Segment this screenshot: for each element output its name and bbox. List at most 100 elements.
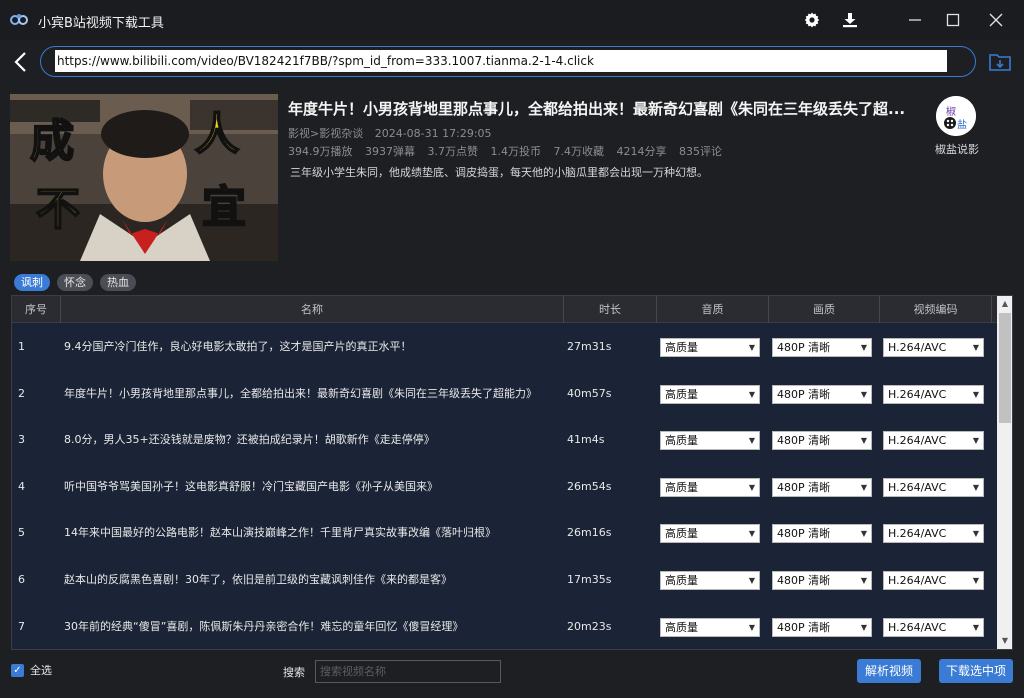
thumbnail-text-3: 不	[36, 184, 80, 235]
codec-select[interactable]: H.264/AVC ▼	[883, 524, 984, 544]
audio-select-value: 高质量	[665, 527, 698, 541]
table-row[interactable]: 5 14年来中国最好的公路电影！赵本山演技巅峰之作！千里背尸真实故事改编《落叶归…	[12, 510, 997, 557]
codec-select[interactable]: H.264/AVC ▼	[883, 338, 984, 357]
header-duration[interactable]: 时长	[564, 296, 657, 323]
tag-item[interactable]: 热血	[100, 274, 136, 291]
codec-select[interactable]: H.264/AVC ▼	[883, 570, 984, 590]
scrollbar-thumb[interactable]	[999, 313, 1011, 423]
scroll-up-icon[interactable]: ▲	[997, 296, 1012, 312]
audio-select-value: 高质量	[665, 573, 698, 587]
table-row[interactable]: 1 9.4分国产冷门佳作，良心好电影太敢拍了，这才是国产片的真正水平！ 27m3…	[12, 324, 997, 371]
audio-select-value: 高质量	[665, 434, 698, 448]
audio-select[interactable]: 高质量 ▼	[660, 617, 760, 637]
codec-select[interactable]: H.264/AVC ▼	[883, 617, 984, 637]
download-selected-button[interactable]: 下载选中项	[939, 659, 1013, 683]
row-name: 8.0分，男人35+还没钱就是废物？还被拍成纪录片！胡歌新作《走走停停》	[64, 433, 435, 447]
table-row[interactable]: 2 年度牛片！小男孩背地里那点事儿，全都给拍出来！最新奇幻喜剧《朱同在三年级丢失…	[12, 371, 997, 418]
quality-select[interactable]: 480P 清晰 ▼	[772, 524, 872, 544]
table-row[interactable]: 7 30年前的经典“傻冒”喜剧，陈佩斯朱丹丹亲密合作！难忘的童年回忆《傻冒经理》…	[12, 604, 997, 649]
parse-video-button[interactable]: 解析视频	[857, 659, 921, 683]
row-duration: 26m54s	[567, 479, 612, 493]
video-category: 影视>影视杂谈	[288, 127, 364, 140]
row-index: 3	[18, 433, 25, 447]
thumbnail-text-2: 人	[195, 109, 239, 160]
codec-select[interactable]: H.264/AVC ▼	[883, 384, 984, 404]
close-button[interactable]	[983, 8, 1009, 32]
chevron-down-icon: ▼	[860, 436, 867, 446]
header-index[interactable]: 序号	[12, 296, 61, 323]
minimize-icon	[909, 19, 921, 21]
codec-select-value: H.264/AVC	[888, 480, 947, 494]
quality-select-value: 480P 清晰	[777, 480, 831, 494]
settings-button[interactable]	[799, 8, 825, 32]
avatar[interactable]: 椒 盐	[936, 96, 976, 136]
audio-select[interactable]: 高质量 ▼	[660, 570, 760, 590]
stat-comments: 835评论	[679, 145, 722, 158]
codec-select[interactable]: H.264/AVC ▼	[883, 431, 984, 451]
quality-select[interactable]: 480P 清晰 ▼	[772, 617, 872, 637]
audio-select-value: 高质量	[665, 620, 698, 634]
select-all-checkbox[interactable]: ✓ 全选	[11, 662, 52, 678]
parse-link-button[interactable]	[987, 49, 1013, 75]
avatar-text-1: 椒	[946, 105, 956, 118]
header-quality[interactable]: 画质	[769, 296, 880, 323]
audio-select[interactable]: 高质量 ▼	[660, 384, 760, 404]
quality-select[interactable]: 480P 清晰 ▼	[772, 338, 872, 357]
search-input[interactable]	[315, 660, 501, 683]
tag-list: 讽刺 怀念 热血	[14, 274, 136, 291]
codec-select[interactable]: H.264/AVC ▼	[883, 477, 984, 497]
audio-select[interactable]: 高质量 ▼	[660, 524, 760, 544]
chevron-down-icon: ▼	[860, 622, 867, 632]
stat-shares: 4214分享	[616, 145, 667, 158]
check-icon: ✓	[11, 663, 24, 677]
audio-select[interactable]: 高质量 ▼	[660, 338, 760, 357]
chevron-down-icon: ▼	[748, 389, 755, 399]
stat-likes: 3.7万点赞	[427, 145, 479, 158]
row-duration: 20m23s	[567, 619, 612, 633]
close-icon	[989, 13, 1003, 27]
table-row[interactable]: 4 听中国爷爷骂美国孙子！这电影真舒服！冷门宝藏国产电影《孙子从美国来》 26m…	[12, 464, 997, 511]
scroll-down-icon[interactable]: ▼	[997, 633, 1012, 649]
audio-select[interactable]: 高质量 ▼	[660, 431, 760, 451]
row-index: 5	[18, 526, 25, 540]
select-all-label: 全选	[30, 664, 52, 677]
app-title: 小宾B站视频下载工具	[38, 16, 164, 31]
quality-select-value: 480P 清晰	[777, 387, 831, 401]
table-header: 序号 名称 时长 音质 画质 视频编码	[12, 296, 997, 323]
tag-item[interactable]: 怀念	[57, 274, 93, 291]
gear-icon	[804, 12, 820, 28]
title-bar: 小宾B站视频下载工具	[0, 0, 1024, 40]
video-title: 年度牛片！小男孩背地里那点事儿，全都给拍出来！最新奇幻喜剧《朱同在三年级丢失了超…	[288, 100, 906, 118]
thumbnail-image: 成 人 不 宜	[10, 94, 278, 261]
author-avatar-image: 椒 盐	[936, 96, 976, 136]
quality-select[interactable]: 480P 清晰 ▼	[772, 477, 872, 497]
video-stats: 394.9万播放 3937弹幕 3.7万点赞 1.4万投币 7.4万收藏 421…	[288, 143, 731, 159]
back-button[interactable]	[10, 50, 32, 74]
codec-select-value: H.264/AVC	[888, 341, 947, 354]
quality-select[interactable]: 480P 清晰 ▼	[772, 384, 872, 404]
quality-select[interactable]: 480P 清晰 ▼	[772, 431, 872, 451]
url-input[interactable]	[55, 50, 947, 72]
table-row[interactable]: 6 赵本山的反腐黑色喜剧！30年了，依旧是前卫级的宝藏讽刺佳作《来的都是客》 1…	[12, 557, 997, 604]
row-index: 6	[18, 572, 25, 586]
chevron-left-icon	[14, 52, 26, 72]
audio-select-value: 高质量	[665, 387, 698, 401]
minimize-button[interactable]	[902, 8, 928, 32]
header-audio[interactable]: 音质	[657, 296, 769, 323]
table-row[interactable]: 3 8.0分，男人35+还没钱就是废物？还被拍成纪录片！胡歌新作《走走停停》 4…	[12, 417, 997, 464]
row-name: 年度牛片！小男孩背地里那点事儿，全都给拍出来！最新奇幻喜剧《朱同在三年级丢失了超…	[64, 386, 537, 400]
download-manager-button[interactable]	[837, 8, 863, 32]
header-codec[interactable]: 视频编码	[880, 296, 992, 323]
audio-select-value: 高质量	[665, 480, 698, 494]
maximize-button[interactable]	[940, 8, 966, 32]
codec-select-value: H.264/AVC	[888, 620, 947, 634]
video-thumbnail[interactable]: 成 人 不 宜	[10, 94, 278, 261]
chevron-down-icon: ▼	[972, 529, 979, 539]
row-duration: 26m16s	[567, 526, 612, 540]
author-name[interactable]: 椒盐说影	[930, 141, 984, 157]
header-name[interactable]: 名称	[61, 296, 564, 323]
table-scrollbar[interactable]: ▲ ▼	[997, 296, 1012, 649]
tag-item[interactable]: 讽刺	[14, 274, 50, 291]
audio-select[interactable]: 高质量 ▼	[660, 477, 760, 497]
quality-select[interactable]: 480P 清晰 ▼	[772, 570, 872, 590]
